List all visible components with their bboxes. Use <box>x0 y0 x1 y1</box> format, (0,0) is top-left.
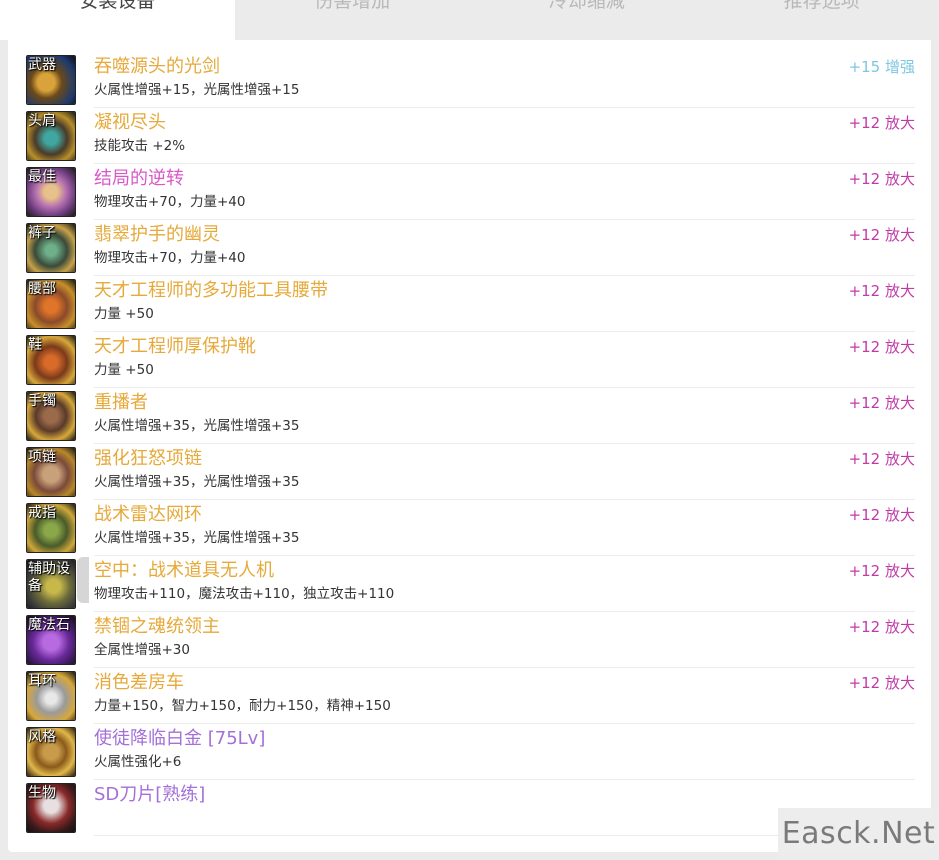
amplification-badge: +12 放大 <box>848 506 915 524</box>
item-stats: 全属性增强+30 <box>94 642 190 658</box>
item-name[interactable]: SD刀片[熟练] <box>94 782 205 808</box>
boots-icon: 鞋 <box>26 335 76 385</box>
shoulder-armor-icon: 头肩 <box>26 111 76 161</box>
item-stats: 物理攻击+110，魔法攻击+110，独立攻击+110 <box>94 586 395 602</box>
amplification-badge: +12 放大 <box>848 618 915 636</box>
tab-installed-equipment[interactable]: 安装设备 <box>0 0 235 40</box>
ring-icon: 戒指 <box>26 503 76 553</box>
slot-label: 腰部 <box>28 280 56 296</box>
amplification-badge: +12 放大 <box>848 450 915 468</box>
tab-recommended-options[interactable]: 推荐选项 <box>704 0 939 40</box>
equipment-row[interactable]: 裤子 翡翠护手的幽灵物理攻击+70，力量+40 +12 放大 <box>8 220 931 276</box>
equipment-row[interactable]: 腰部 天才工程师的多功能工具腰带力量 +50 +12 放大 <box>8 276 931 332</box>
item-name[interactable]: 强化狂怒项链 <box>94 446 202 472</box>
item-stats: 物理攻击+70，力量+40 <box>94 194 246 210</box>
item-name[interactable]: 战术雷达网环 <box>94 502 202 528</box>
title-style-icon: 风格 <box>26 727 76 777</box>
creature-pet-icon: 生物 <box>26 783 76 833</box>
item-name[interactable]: 结局的逆转 <box>94 166 184 192</box>
equipment-row[interactable]: 项链 强化狂怒项链火属性增强+35，光属性增强+35 +12 放大 <box>8 444 931 500</box>
amplification-badge: +15 增强 <box>848 58 915 76</box>
side-scroll-handle[interactable] <box>77 557 89 603</box>
item-name[interactable]: 天才工程师厚保护靴 <box>94 334 256 360</box>
slot-label: 武器 <box>28 56 56 72</box>
item-name[interactable]: 天才工程师的多功能工具腰带 <box>94 278 328 304</box>
item-stats: 力量 +50 <box>94 362 154 378</box>
slot-label: 手镯 <box>28 392 56 408</box>
bracelet-icon: 手镯 <box>26 391 76 441</box>
equipment-row[interactable]: 头肩 凝视尽头技能攻击 +2% +12 放大 <box>8 108 931 164</box>
equipment-panel: 武器 吞噬源头的光剑火属性增强+15，光属性增强+15 +15 增强头肩 凝视尽头技能… <box>8 40 931 852</box>
amplification-badge: +12 放大 <box>848 338 915 356</box>
item-name[interactable]: 凝视尽头 <box>94 110 166 136</box>
amplification-badge: +12 放大 <box>848 226 915 244</box>
tab-damage-increase[interactable]: 伤害增加 <box>235 0 470 40</box>
slot-label: 耳环 <box>28 672 56 688</box>
slot-label: 头肩 <box>28 112 56 128</box>
equipment-row[interactable]: 辅助设备 空中：战术道具无人机物理攻击+110，魔法攻击+110，独立攻击+110… <box>8 556 931 612</box>
item-stats: 火属性增强+35，光属性增强+35 <box>94 474 300 490</box>
amplification-badge: +12 放大 <box>848 562 915 580</box>
tab-label: 推荐选项 <box>783 0 860 12</box>
tab-label: 冷却缩减 <box>548 0 625 12</box>
tab-label: 安装设备 <box>79 0 156 12</box>
amplification-badge: +12 放大 <box>848 394 915 412</box>
slot-label: 戒指 <box>28 504 56 520</box>
equipment-row[interactable]: 最佳 结局的逆转物理攻击+70，力量+40 +12 放大 <box>8 164 931 220</box>
equipment-row[interactable]: 风格 使徒降临白金 [75Lv] 火属性强化+6 <box>8 724 931 780</box>
equipment-row[interactable]: 耳环 消色差房车力量+150，智力+150，耐力+150，精神+150 +12 放大 <box>8 668 931 724</box>
amplification-badge: +12 放大 <box>848 674 915 692</box>
earring-icon: 耳环 <box>26 671 76 721</box>
item-stats: 火属性增强+35，光属性增强+35 <box>94 530 300 546</box>
slot-label: 项链 <box>28 448 56 464</box>
watermark: Easck.Net <box>778 808 939 860</box>
slot-label: 生物 <box>28 784 56 800</box>
pants-armor-icon: 裤子 <box>26 223 76 273</box>
item-stats: 火属性强化+6 <box>94 754 182 770</box>
belt-icon: 腰部 <box>26 279 76 329</box>
item-name[interactable]: 禁锢之魂统领主 <box>94 614 220 640</box>
equipment-list: 武器 吞噬源头的光剑火属性增强+15，光属性增强+15 +15 增强头肩 凝视尽头技能… <box>8 52 931 836</box>
item-stats: 力量 +50 <box>94 306 154 322</box>
weapon-sword-icon: 武器 <box>26 55 76 105</box>
slot-label: 风格 <box>28 728 56 744</box>
tab-cooldown-reduction[interactable]: 冷却缩减 <box>470 0 705 40</box>
item-name[interactable]: 消色差房车 <box>94 670 184 696</box>
slot-label: 鞋 <box>28 336 42 352</box>
top-armor-icon: 最佳 <box>26 167 76 217</box>
magic-stone-icon: 魔法石 <box>26 615 76 665</box>
support-equipment-icon: 辅助设备 <box>26 559 76 609</box>
slot-label: 裤子 <box>28 224 56 240</box>
necklace-icon: 项链 <box>26 447 76 497</box>
item-stats: 技能攻击 +2% <box>94 138 186 154</box>
slot-label: 最佳 <box>28 168 56 184</box>
equipment-window: 安装设备 伤害增加 冷却缩减 推荐选项 武器 吞噬源头的光剑火属性增强+15，光属… <box>0 0 939 860</box>
equipment-row[interactable]: 魔法石 禁锢之魂统领主全属性增强+30 +12 放大 <box>8 612 931 668</box>
tab-bar: 安装设备 伤害增加 冷却缩减 推荐选项 <box>0 0 939 40</box>
amplification-badge: +12 放大 <box>848 114 915 132</box>
item-name[interactable]: 重播者 <box>94 390 148 416</box>
item-name[interactable]: 空中：战术道具无人机 <box>94 558 274 584</box>
item-name[interactable]: 使徒降临白金 [75Lv] <box>94 726 265 752</box>
tab-label: 伤害增加 <box>314 0 391 12</box>
equipment-row[interactable]: 鞋 天才工程师厚保护靴力量 +50 +12 放大 <box>8 332 931 388</box>
item-name[interactable]: 吞噬源头的光剑 <box>94 54 220 80</box>
item-name[interactable]: 翡翠护手的幽灵 <box>94 222 220 248</box>
item-stats: 物理攻击+70，力量+40 <box>94 250 246 266</box>
equipment-row[interactable]: 戒指 战术雷达网环火属性增强+35，光属性增强+35 +12 放大 <box>8 500 931 556</box>
amplification-badge: +12 放大 <box>848 282 915 300</box>
equipment-row[interactable]: 手镯 重播者火属性增强+35，光属性增强+35 +12 放大 <box>8 388 931 444</box>
item-stats: 火属性增强+35，光属性增强+35 <box>94 418 300 434</box>
slot-label: 魔法石 <box>28 616 70 632</box>
item-stats: 力量+150，智力+150，耐力+150，精神+150 <box>94 698 391 714</box>
item-stats: 火属性增强+15，光属性增强+15 <box>94 82 300 98</box>
amplification-badge: +12 放大 <box>848 170 915 188</box>
slot-label: 辅助设备 <box>28 560 70 593</box>
equipment-row[interactable]: 武器 吞噬源头的光剑火属性增强+15，光属性增强+15 +15 增强 <box>8 52 931 108</box>
